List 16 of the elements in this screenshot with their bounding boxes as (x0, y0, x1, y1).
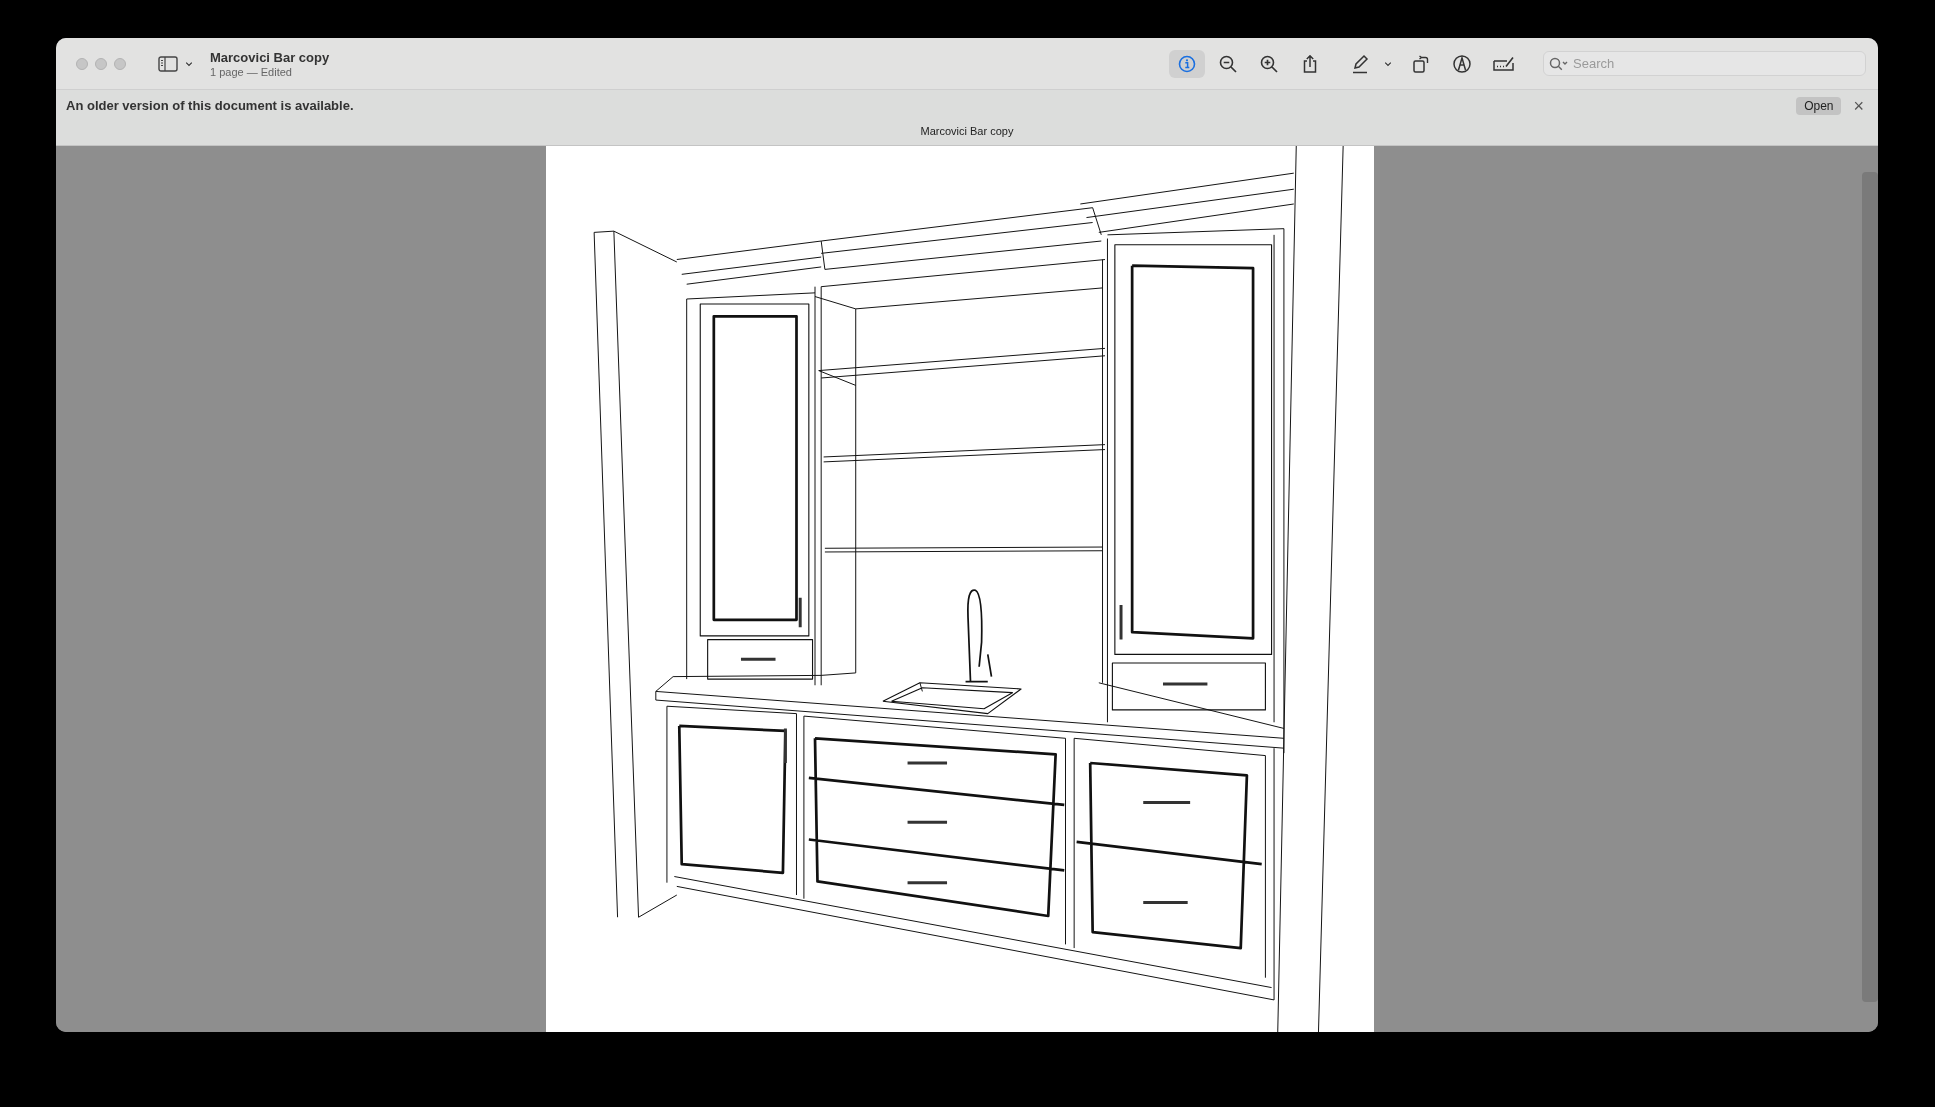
document-status: 1 page — Edited (210, 65, 293, 78)
scrollbar-thumb[interactable] (1862, 172, 1878, 1002)
rotate-icon (1411, 53, 1431, 74)
open-button[interactable]: Open (1796, 96, 1842, 115)
window-title: Marcovici Bar copy (210, 49, 330, 65)
zoom-in-icon (1259, 53, 1279, 74)
pencil-icon (1350, 53, 1370, 74)
sidebar-icon (158, 55, 178, 72)
info-icon (1177, 53, 1197, 74)
search-field[interactable]: Search (1543, 51, 1866, 76)
info-button[interactable] (1169, 49, 1205, 78)
older-version-message: An older version of this document is available. (66, 98, 354, 113)
pen-tip-circle-icon (1452, 53, 1472, 74)
zoom-out-icon (1218, 53, 1238, 74)
document-title: Marcovici Bar copy (920, 125, 1014, 137)
close-banner-button[interactable]: × (1851, 96, 1866, 115)
